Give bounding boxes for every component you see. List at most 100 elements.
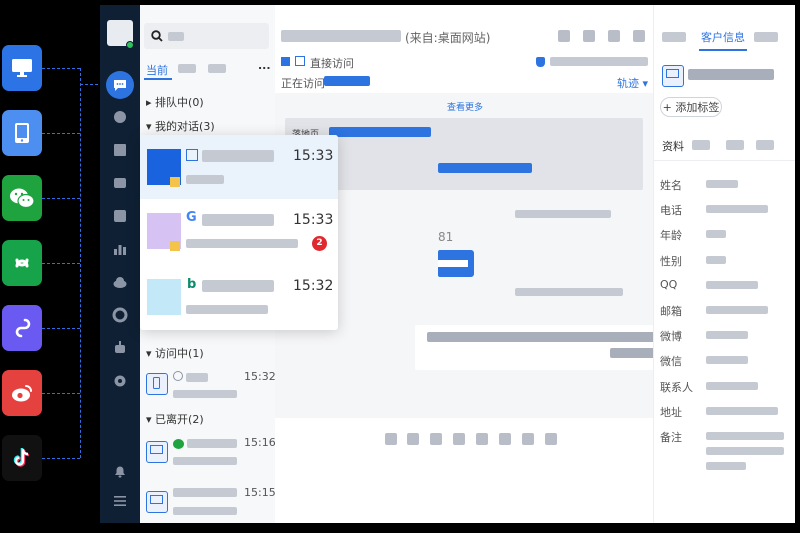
source-link[interactable] [438, 163, 532, 173]
emoji-button[interactable] [385, 433, 397, 445]
visiting-now-label: 正在访问 [281, 77, 325, 90]
list-item[interactable]: 15:15 [140, 483, 276, 523]
info-field-label: 电话 [660, 204, 682, 218]
browser-icon [186, 149, 198, 161]
list-item[interactable]: 15:32 [140, 365, 276, 405]
evaluate-button[interactable] [545, 433, 557, 445]
section-queue[interactable]: ▸ 排队中(0) [146, 94, 204, 110]
avatar [147, 279, 181, 315]
visitors-icon[interactable] [112, 109, 128, 125]
conversation-time: 15:33 [293, 212, 334, 228]
quick-reply-button[interactable] [476, 433, 488, 445]
info-field-value [706, 356, 748, 365]
toolbar-button[interactable] [633, 30, 645, 42]
info-field-label: 微博 [660, 330, 682, 344]
conversation-item[interactable]: b 15:32 [140, 265, 338, 329]
section-label: 访问中(1) [155, 347, 204, 360]
mini-program-icon [15, 258, 29, 268]
channel-weibo[interactable] [2, 370, 42, 416]
section-label: 排队中(0) [155, 96, 204, 109]
image-button[interactable] [407, 433, 419, 445]
info-field-row[interactable]: 性别 [654, 253, 795, 269]
conversation-item[interactable]: G 15:33 2 [140, 199, 338, 263]
conversation-time: 15:33 [293, 148, 334, 164]
info-tab[interactable] [754, 32, 778, 42]
tab-current-underline [144, 78, 172, 80]
tab-customer-info[interactable]: 客户信息 [701, 29, 745, 45]
messages-icon[interactable] [112, 175, 128, 191]
tabs-more[interactable]: ... [258, 59, 271, 72]
chat-bubble-icon [114, 79, 126, 91]
wechat-icon [10, 188, 35, 209]
robot-icon[interactable] [112, 340, 128, 356]
tab-current[interactable]: 当前 [146, 62, 168, 78]
message-input[interactable] [275, 453, 653, 493]
info-field-label: 微信 [660, 355, 682, 369]
visiting-page[interactable] [324, 76, 370, 86]
info-field-row[interactable]: QQ [654, 278, 795, 294]
info-field-row[interactable]: 微博 [654, 328, 795, 344]
info-field-row[interactable]: 备注 [654, 429, 795, 470]
info-field-row[interactable]: 姓名 [654, 177, 795, 193]
file-button[interactable] [430, 433, 442, 445]
customer-name [688, 69, 774, 80]
list-item[interactable]: 15:16 [140, 433, 276, 473]
customer-info-panel: 客户信息 + 添加标签 资料 姓名电话年龄性别 QQ 邮箱微博微信联系人地址备注 [653, 5, 795, 523]
channel-mini-program[interactable] [2, 240, 42, 286]
apps-icon[interactable] [112, 307, 128, 323]
menu-icon[interactable] [112, 493, 128, 509]
section-visiting[interactable]: ▾ 访问中(1) [146, 345, 204, 361]
stats-icon[interactable] [112, 241, 128, 257]
info-field-row[interactable]: 邮箱 [654, 303, 795, 319]
see-more-link[interactable]: 查看更多 [447, 100, 483, 113]
chevron-down-icon: ▾ [146, 347, 156, 360]
customer-avatar [662, 65, 684, 87]
channel-desktop[interactable] [2, 45, 42, 91]
section-label: 已离开(2) [155, 413, 204, 426]
info-field-row[interactable]: 联系人 [654, 379, 795, 395]
info-field-row[interactable]: 地址 [654, 404, 795, 420]
connector [42, 458, 80, 459]
toolbar-button[interactable] [558, 30, 570, 42]
phone-icon [146, 373, 168, 395]
add-tag-label: + 添加标签 [662, 101, 720, 114]
partial-number: 81 [438, 230, 454, 244]
channel-tiktok[interactable] [2, 435, 42, 481]
toolbar-button[interactable] [583, 30, 595, 42]
cloud-icon[interactable] [112, 274, 128, 290]
channel-mobile[interactable] [2, 110, 42, 156]
channel-link[interactable] [2, 305, 42, 351]
search-box[interactable] [144, 23, 269, 49]
info-field-value [706, 306, 768, 314]
transfer-button[interactable] [499, 433, 511, 445]
channel-wechat[interactable] [2, 175, 42, 221]
nav-rail [100, 5, 140, 523]
settings-icon[interactable] [112, 373, 128, 389]
invite-button[interactable] [522, 433, 534, 445]
globe-icon [173, 371, 183, 381]
section-my-chats[interactable]: ▾ 我的对话(3) [146, 118, 215, 134]
info-field-row[interactable]: 微信 [654, 353, 795, 369]
add-tag-button[interactable]: + 添加标签 [660, 97, 722, 117]
info-field-value [706, 331, 748, 340]
connector [42, 328, 80, 329]
section-label: 我的对话(3) [155, 120, 215, 133]
toolbar-button[interactable] [608, 30, 620, 42]
visit-source: (来自:桌面网站) [405, 31, 491, 45]
nav-chat-active[interactable] [106, 71, 134, 99]
tab-placeholder[interactable] [208, 64, 226, 73]
info-field-value [706, 280, 758, 289]
profile-label: 资料 [662, 140, 684, 153]
bell-icon[interactable] [112, 463, 128, 479]
track-link[interactable]: 轨迹 ▾ [617, 75, 648, 91]
info-field-row[interactable]: 年龄 [654, 227, 795, 243]
history-icon[interactable] [112, 142, 128, 158]
tickets-icon[interactable] [112, 208, 128, 224]
section-left[interactable]: ▾ 已离开(2) [146, 411, 204, 427]
info-field-row[interactable]: 电话 [654, 202, 795, 218]
tab-placeholder[interactable] [178, 64, 196, 73]
screenshot-button[interactable] [453, 433, 465, 445]
conversation-item[interactable]: 15:33 [140, 135, 338, 199]
chevron-down-icon: ▾ [146, 413, 156, 426]
info-tab[interactable] [662, 32, 686, 42]
